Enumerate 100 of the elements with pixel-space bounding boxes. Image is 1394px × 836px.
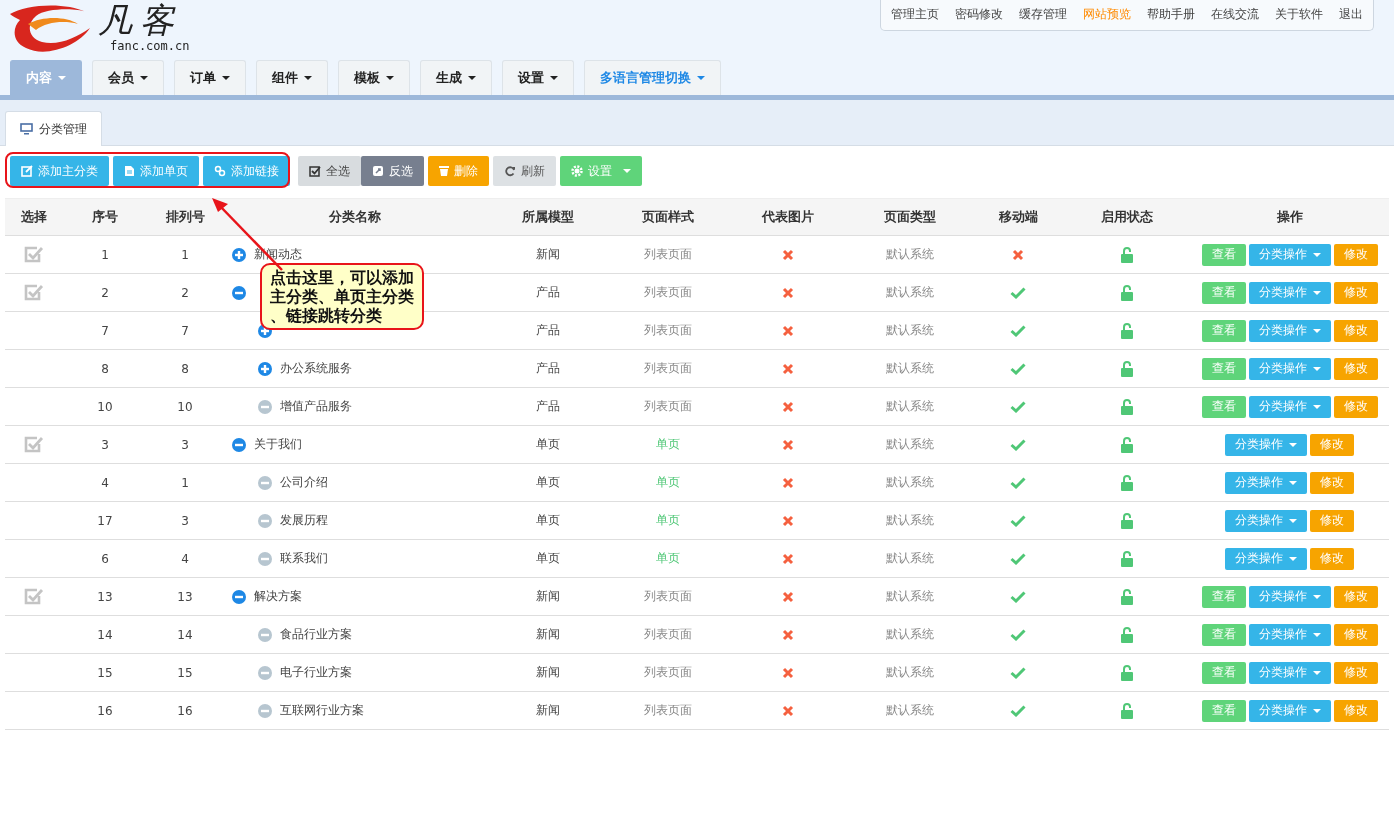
nav-tab[interactable]: 会员 [92,60,164,95]
expand-icon[interactable] [232,247,246,262]
view-button[interactable]: 查看 [1201,585,1246,608]
edit-button[interactable]: 修改 [1333,319,1378,342]
invert-button[interactable]: 反选 [361,156,424,186]
table-cell-text: 6 [100,550,110,568]
edit-button[interactable]: 修改 [1333,281,1378,304]
page-tab[interactable]: 分类管理 [5,111,102,146]
table-cell-text: 产品 [535,360,561,377]
unlocked-icon[interactable] [1121,360,1133,377]
column-header: 移动端 [997,208,1039,226]
category-menu-button[interactable]: 分类操作 [1225,509,1307,532]
edit-button[interactable]: 修改 [1333,357,1378,380]
column-header: 分类名称 [328,208,382,226]
edit-button[interactable]: 修改 [1310,547,1354,570]
table-cell-text: 产品 [535,284,561,301]
edit-button[interactable]: 修改 [1333,395,1378,418]
collapse-icon[interactable] [232,589,246,604]
view-button[interactable]: 查看 [1201,623,1246,646]
edit-button[interactable]: 修改 [1310,471,1354,494]
top-link[interactable]: 缓存管理 [1019,6,1067,23]
nav-tab[interactable]: 内容 [10,60,82,95]
checkbox-icon[interactable] [23,245,44,264]
nav-tab[interactable]: 模板 [338,60,410,95]
unlocked-icon[interactable] [1121,246,1133,263]
collapse-icon[interactable] [232,437,246,452]
table-cell-text: 默认系统 [885,436,935,453]
refresh-button[interactable]: 刷新 [493,156,556,186]
edit-button[interactable]: 修改 [1333,661,1378,684]
select-all-button[interactable]: 全选 [298,156,361,186]
add-page-button[interactable]: 添加单页 [113,156,199,186]
top-link[interactable]: 网站预览 [1083,6,1131,23]
add-category-button[interactable]: 添加主分类 [10,156,109,186]
category-menu-button[interactable]: 分类操作 [1225,471,1307,494]
checkbox-icon[interactable] [23,435,44,454]
top-link[interactable]: 退出 [1339,6,1363,23]
unlocked-icon[interactable] [1121,436,1133,453]
unlocked-icon[interactable] [1121,284,1133,301]
view-button[interactable]: 查看 [1201,395,1246,418]
category-menu-button[interactable]: 分类操作 [1248,357,1331,380]
unlocked-icon[interactable] [1121,588,1133,605]
view-button[interactable]: 查看 [1201,357,1246,380]
unlocked-icon[interactable] [1121,664,1133,681]
callout-note: 点击这里，可以添加主分类、单页主分类、链接跳转分类 [260,263,424,330]
category-menu-button[interactable]: 分类操作 [1248,395,1331,418]
table-cell-text: 默认系统 [885,246,935,263]
category-menu-button[interactable]: 分类操作 [1248,243,1331,266]
top-link[interactable]: 帮助手册 [1147,6,1195,23]
nav-tab[interactable]: 订单 [174,60,246,95]
view-button[interactable]: 查看 [1201,243,1246,266]
view-button[interactable]: 查看 [1201,699,1246,722]
unlocked-icon[interactable] [1121,550,1133,567]
table-cell-text: 17 [96,512,114,530]
table-cell-text: 13 [176,588,194,606]
view-button[interactable]: 查看 [1201,661,1246,684]
category-menu-button[interactable]: 分类操作 [1248,319,1331,342]
edit-button[interactable]: 修改 [1333,623,1378,646]
unlocked-icon[interactable] [1121,702,1133,719]
collapse-icon[interactable] [232,285,246,300]
table-cell-text: 8 [100,360,110,378]
category-menu-button[interactable]: 分类操作 [1248,585,1331,608]
add-link-button[interactable]: 添加链接 [203,156,290,186]
top-link[interactable]: 关于软件 [1275,6,1323,23]
nav-tab[interactable]: 设置 [502,60,574,95]
table-cell-text: 单页 [535,512,561,529]
category-menu-button[interactable]: 分类操作 [1225,547,1307,570]
category-menu-button[interactable]: 分类操作 [1248,661,1331,684]
gear-icon [571,165,583,177]
top-link[interactable]: 管理主页 [891,6,939,23]
table-cell-text: 15 [96,664,114,682]
view-button[interactable]: 查看 [1201,281,1246,304]
edit-button[interactable]: 修改 [1333,585,1378,608]
checkbox-icon[interactable] [23,587,44,606]
checkbox-icon[interactable] [23,283,44,302]
edit-button[interactable]: 修改 [1333,699,1378,722]
unlocked-icon[interactable] [1121,512,1133,529]
category-name: 食品行业方案 [280,626,352,643]
unlocked-icon[interactable] [1121,626,1133,643]
table-cell-text: 1 [180,474,190,492]
settings-button[interactable]: 设置 [560,156,642,186]
edit-button[interactable]: 修改 [1310,433,1354,456]
view-button[interactable]: 查看 [1201,319,1246,342]
top-link[interactable]: 在线交流 [1211,6,1259,23]
edit-button[interactable]: 修改 [1333,243,1378,266]
top-link[interactable]: 密码修改 [955,6,1003,23]
category-menu-button[interactable]: 分类操作 [1248,281,1331,304]
category-name: 发展历程 [280,512,328,529]
category-name: 联系我们 [280,550,328,567]
unlocked-icon[interactable] [1121,398,1133,415]
category-menu-button[interactable]: 分类操作 [1225,433,1307,456]
category-menu-button[interactable]: 分类操作 [1248,699,1331,722]
nav-tab[interactable]: 多语言管理切换 [584,60,721,95]
category-menu-button[interactable]: 分类操作 [1248,623,1331,646]
nav-tab[interactable]: 生成 [420,60,492,95]
unlocked-icon[interactable] [1121,322,1133,339]
edit-button[interactable]: 修改 [1310,509,1354,532]
expand-icon[interactable] [258,361,272,376]
delete-button[interactable]: 删除 [428,156,489,186]
nav-tab[interactable]: 组件 [256,60,328,95]
unlocked-icon[interactable] [1121,474,1133,491]
